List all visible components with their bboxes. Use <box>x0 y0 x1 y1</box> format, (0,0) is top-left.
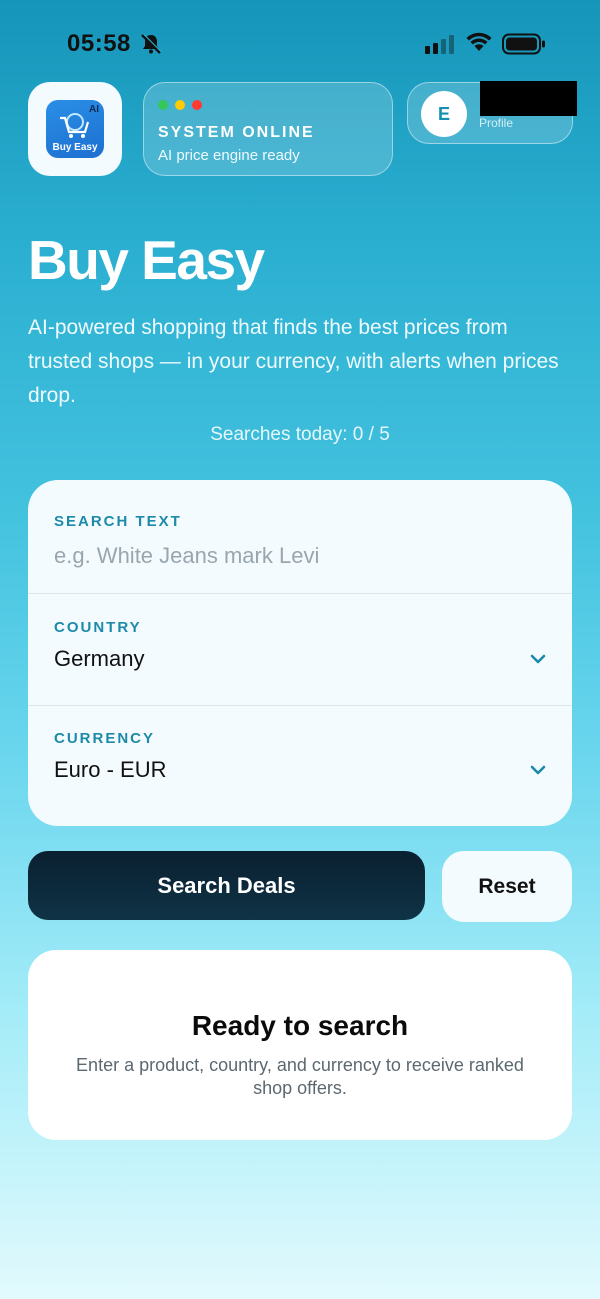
country-select[interactable]: COUNTRY Germany <box>28 594 572 706</box>
system-status-subtitle: AI price engine ready <box>158 147 300 164</box>
search-text-label: SEARCH TEXT <box>54 513 182 530</box>
ready-title: Ready to search <box>191 1010 409 1041</box>
page-title: Buy Easy <box>28 229 265 291</box>
status-dot-red <box>192 100 202 110</box>
chevron-down-icon <box>530 765 546 775</box>
search-input[interactable] <box>54 540 534 572</box>
signal-icon <box>425 35 454 54</box>
searches-today-counter: Searches today: 0 / 5 <box>210 424 390 445</box>
redacted-username <box>480 81 577 116</box>
chevron-down-icon <box>530 654 546 664</box>
search-form-card: SEARCH TEXT COUNTRY Germany CURRENCY Eur… <box>28 480 572 826</box>
currency-value: Euro - EUR <box>54 757 167 782</box>
country-value: Germany <box>54 646 145 671</box>
status-dot-green <box>158 100 168 110</box>
reset-button[interactable]: Reset <box>442 851 572 922</box>
status-dot-yellow <box>175 100 185 110</box>
status-bar: 05:58 <box>0 0 600 88</box>
cart-icon <box>60 113 90 138</box>
currency-select[interactable]: CURRENCY Euro - EUR <box>28 706 572 826</box>
system-status-card: SYSTEM ONLINE AI price engine ready <box>143 82 393 176</box>
status-dots <box>158 100 202 110</box>
system-status-title: SYSTEM ONLINE <box>158 124 315 141</box>
logo-image: AI Buy Easy <box>46 100 104 158</box>
logo-text: Buy Easy <box>52 142 98 153</box>
ready-state-card: Ready to search Enter a product, country… <box>28 950 572 1140</box>
wifi-icon <box>466 32 492 51</box>
search-text-section: SEARCH TEXT <box>28 480 572 594</box>
currency-label: CURRENCY <box>54 730 156 747</box>
app-logo[interactable]: AI Buy Easy <box>28 82 122 176</box>
bell-slash-icon <box>141 33 162 54</box>
search-deals-button[interactable]: Search Deals <box>28 851 425 920</box>
profile-label: Profile <box>479 116 514 130</box>
avatar: E <box>421 91 467 137</box>
battery-icon <box>502 33 545 55</box>
status-time: 05:58 <box>67 30 131 57</box>
page-description: AI-powered shopping that finds the best … <box>28 316 559 407</box>
ready-description: Enter a product, country, and currency t… <box>76 1055 524 1098</box>
country-label: COUNTRY <box>54 619 142 636</box>
